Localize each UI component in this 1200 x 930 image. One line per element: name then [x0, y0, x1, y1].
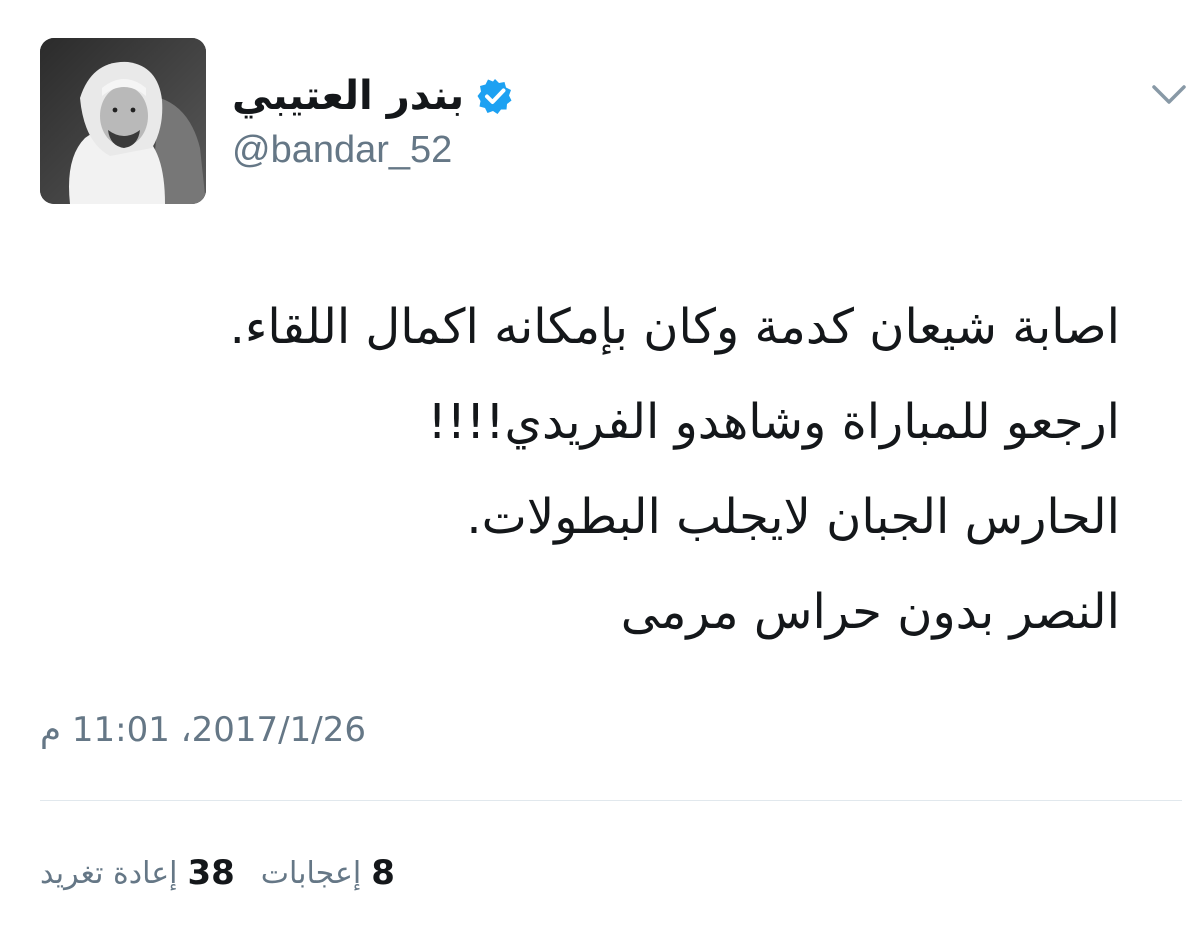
- retweets-label: إعادة تغريد: [40, 855, 178, 891]
- tweet-timestamp[interactable]: 2017/1/26، 11:01 م: [40, 705, 366, 755]
- tweet-stats: 8 إعجابات 38 إعادة تغريد: [40, 848, 395, 898]
- tweet-line: ارجعو للمباراة وشاهدو الفريدي!!!!: [427, 394, 1120, 450]
- tweet-text: اصابة شيعان كدمة وكان بإمكانه اكمال اللق…: [40, 280, 1120, 660]
- tweet-line: النصر بدون حراس مرمى: [620, 584, 1120, 640]
- author-handle[interactable]: @bandar_52: [232, 124, 452, 176]
- tweet-line: الحارس الجبان لايجلب البطولات.: [466, 489, 1120, 545]
- retweets-count: 38: [187, 853, 235, 893]
- retweets-stat[interactable]: 38 إعادة تغريد: [40, 853, 235, 893]
- author-name-row[interactable]: بندر العتيبي: [232, 64, 514, 128]
- likes-count: 8: [371, 853, 395, 893]
- likes-label: إعجابات: [260, 855, 362, 891]
- likes-stat[interactable]: 8 إعجابات: [261, 853, 395, 893]
- verified-badge-icon: [476, 77, 514, 115]
- divider: [40, 800, 1182, 801]
- tweet-line: اصابة شيعان كدمة وكان بإمكانه اكمال اللق…: [229, 299, 1120, 355]
- avatar[interactable]: [40, 38, 206, 204]
- display-name[interactable]: بندر العتيبي: [232, 66, 464, 126]
- chevron-down-icon[interactable]: [1150, 82, 1188, 108]
